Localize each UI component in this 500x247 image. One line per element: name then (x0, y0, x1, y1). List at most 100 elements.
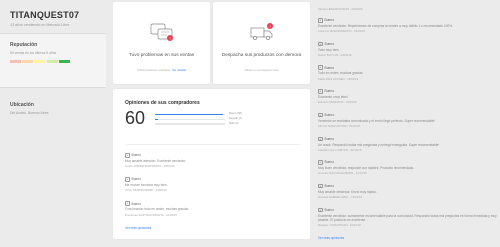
review-meta: Celia Lot 06/02/20/08/2023 - 03/04/19 (318, 29, 365, 34)
thumbs-up-icon: + (318, 183, 323, 189)
thumbs-up-icon: + (125, 177, 130, 182)
thumbs-up-icon: + (125, 201, 130, 206)
review-meta: Oliver 15/08/2019KMD - 01/03/24 (125, 188, 167, 193)
rating-bar-label: Malo (0) (229, 121, 239, 125)
thumbs-up-icon: + (318, 65, 323, 70)
thermometer-segment-5 (58, 60, 71, 63)
thermometer-segment-4 (46, 60, 58, 63)
review-text: Excelente ¡muy bien! (318, 95, 348, 100)
delivery-truck-icon: ! (250, 23, 273, 40)
thermometer-segment-3 (34, 60, 46, 63)
seller-sidebar: TITANQUEST07 13 años vendiendo en Mercad… (0, 0, 106, 247)
review-meta: Santos HREMDOTAE/29 - 23/02/20 (318, 7, 363, 11)
svg-text:!: ! (269, 24, 270, 29)
review-rating-label: Bueno (324, 184, 335, 189)
review-text: Excelente vendedor. sumamente recomendab… (318, 213, 497, 222)
review-rating-label: Bueno (324, 207, 335, 212)
reputation-thermometer (10, 60, 71, 63)
opinions-list-expanded: Santos HREMDOTAE/29 - 23/02/20 + Bueno Ex… (318, 6, 500, 247)
thermometer-segment-1 (10, 60, 22, 63)
seller-subtitle: 13 años vendiendo en Mercado Libre (10, 23, 70, 27)
rating-bar-fill (155, 114, 223, 116)
reputation-section: Reputación 60 ventas en los últimos 5 añ… (0, 34, 106, 87)
review-text: Vendedor se mostraba comunicado y el env… (318, 118, 435, 123)
review-item: Santos HREMDOTAE/29 - 23/02/20 (318, 7, 500, 11)
review-header: + Bueno (318, 41, 500, 47)
review-text: Funcionando todo en orden, muchas gracia… (125, 207, 189, 212)
review-item: + Bueno Muy amable atención. Excelente v… (125, 153, 300, 168)
problems-card-title: Tuvo problemas en sus ventas (128, 53, 195, 58)
review-meta: Gnarlo NBKEPNDARSPRES - 20/03/24 (125, 164, 175, 169)
see-more-opinions-link[interactable]: Ver más opiniones (125, 226, 300, 230)
thumbs-up-icon: + (318, 112, 323, 118)
rating-bar-fill (155, 118, 158, 120)
review-rating-label: Bueno (131, 177, 142, 182)
review-item: + Bueno Vendedor se mostraba comunicado y… (318, 112, 500, 129)
rating-bar-good: Bueno (58) (155, 112, 242, 116)
thumbs-up-icon: + (125, 153, 130, 158)
review-meta: Eduardo 06/09/2019 - 15/03/19 (318, 100, 357, 105)
review-text: Todo en orden. muchas gracias. (318, 71, 364, 76)
review-text: Todo muy bien (318, 47, 339, 52)
rating-bar-regular: Regular (2) (155, 117, 242, 120)
thumbs-up-icon: + (318, 89, 323, 94)
review-rating-label: Bueno (324, 41, 335, 46)
opinions-title: Opiniones de sus compradores (125, 100, 200, 106)
review-header: + Bueno (318, 160, 500, 165)
review-text: Muy buen vendedor, responde con rapidez.… (318, 166, 415, 171)
review-rating-label: Bueno (324, 89, 335, 94)
review-rating-label: Bueno (324, 65, 335, 70)
see-more-opinions-link[interactable]: Ver más opiniones (318, 236, 500, 240)
location-title: Ubicación (10, 102, 34, 108)
delivery-card: ! Despacha sus productos con demora Adic… (213, 2, 310, 84)
review-item: + Bueno Funcionando todo en orden, mucha… (125, 201, 300, 217)
problems-card-subtitle: 3.090 reclamos recibidos. Ver detalle (117, 68, 206, 72)
thumbs-up-icon: + (318, 207, 323, 213)
location-value: Del Andes, Buenos Aires (10, 111, 49, 115)
reputation-title: Reputación (10, 42, 38, 48)
seller-name: TITANQUEST07 (10, 10, 80, 20)
review-header: + Bueno (318, 18, 500, 23)
review-meta: Marcela GABRIELA/BAL - 10/10/18 (318, 195, 363, 200)
review-item: + Bueno Todo en orden. muchas gracias. Pa… (318, 65, 500, 81)
review-item: + Bueno Excelente vendedor. Repetiríamos … (318, 18, 500, 33)
review-meta: Alfonso RUEZ 00/2019 - 22/10/18 (318, 124, 360, 129)
location-section: Ubicación Del Andes, Buenos Aires (0, 88, 106, 115)
review-rating-label: Bueno (324, 160, 335, 165)
thumbs-up-icon: + (318, 136, 323, 142)
problems-card: ! Tuvo problemas en sus ventas 3.090 rec… (113, 2, 210, 84)
rating-bar-label: Regular (2) (229, 116, 242, 120)
review-text: Un crack. Respondió todas mis preguntas … (318, 142, 440, 147)
review-header: + Bueno (125, 177, 300, 182)
review-item: + Bueno Todo muy bien Daniel BUFY/29 - 03… (318, 41, 500, 57)
review-rating-label: Bueno (324, 18, 335, 23)
review-item: + Bueno Me envían funciona muy bien. Oli… (125, 177, 300, 192)
review-item: + Bueno Muy buen vendedor, responde con r… (318, 160, 500, 175)
problems-detail-link[interactable]: Ver detalle (172, 68, 186, 72)
opinions-score: 60 (125, 108, 146, 128)
review-text: Excelente vendedor. Repetiríamos de comp… (318, 24, 454, 28)
review-text: Me envían funciona muy bien. (125, 183, 168, 188)
thumbs-up-icon: + (318, 18, 323, 23)
review-header: + Bueno (318, 89, 500, 94)
review-header: + Bueno (318, 65, 500, 70)
svg-text:!: ! (169, 36, 170, 41)
review-meta: Mariano YHGSUP/GEN - 10/10/18 (318, 223, 361, 228)
review-header: + Bueno (318, 183, 500, 189)
thumbs-up-icon: + (318, 160, 323, 165)
review-meta: Claudia Lopez LHBTDO - 22/10/18 (318, 147, 362, 152)
rating-bar-bad: Malo (0) (155, 122, 239, 125)
review-meta: Gonzalo NACIONALMENTE - 22/10/18 (318, 171, 367, 176)
review-header: + Bueno (318, 136, 500, 142)
review-meta: Enmanuel SANTIAGOSPANYA - 10/09/15 (125, 212, 177, 217)
problems-card-subtitle-text: 3.090 reclamos recibidos. (136, 68, 172, 72)
review-header: + Bueno (318, 207, 500, 213)
review-rating-label: Bueno (131, 201, 142, 206)
reputation-subtitle: 60 ventas en los últimos 5 años (10, 51, 57, 55)
delivery-card-title: Despacha sus productos con demora (221, 53, 302, 58)
seller-header: TITANQUEST07 13 años vendiendo en Mercad… (0, 0, 106, 27)
review-item: + Bueno Excelente vendedor. sumamente rec… (318, 207, 500, 228)
review-text: Muy amable atención. Excelente vendedor. (125, 159, 186, 163)
review-rating-label: Bueno (131, 153, 142, 158)
rating-bar-label: Bueno (58) (229, 112, 242, 116)
